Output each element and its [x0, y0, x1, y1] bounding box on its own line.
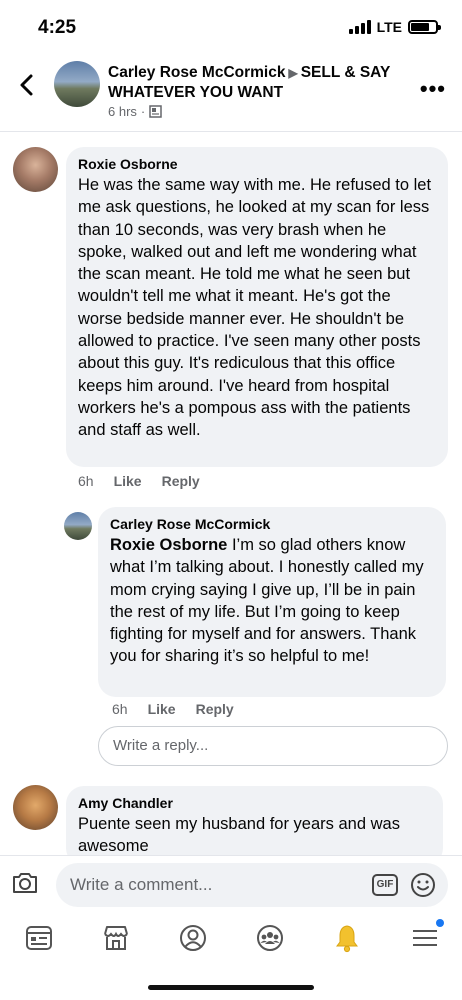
avatar[interactable] — [13, 785, 58, 830]
comment-author[interactable]: Carley Rose McCormick — [110, 515, 434, 533]
comment-actions: 6h Like Reply — [112, 701, 234, 717]
groups-icon[interactable] — [255, 923, 285, 953]
like-button[interactable]: Like — [114, 473, 142, 489]
comment-bubble: Carley Rose McCormick Roxie Osborne I’m … — [98, 507, 446, 697]
post-header-text: Carley Rose McCormick ▶ SELL & SAY WHATEVE… — [108, 63, 413, 119]
notifications-icon[interactable] — [332, 923, 362, 953]
menu-icon — [413, 930, 437, 946]
comment-time: 6h — [78, 473, 94, 489]
signal-icon — [348, 20, 371, 34]
arrow-icon: ▶ — [288, 66, 298, 80]
menu-button[interactable] — [410, 919, 444, 953]
notification-dot — [436, 919, 444, 927]
comment-composer: Write a comment... GIF — [0, 855, 462, 913]
back-icon[interactable] — [14, 72, 40, 98]
status-bar: 4:25 LTE — [0, 0, 462, 52]
author-name[interactable]: Carley Rose McCormick — [108, 64, 285, 81]
gif-icon[interactable]: GIF — [372, 874, 398, 896]
comment-author[interactable]: Roxie Osborne — [78, 155, 436, 173]
group-privacy-icon — [149, 105, 162, 118]
camera-icon[interactable] — [11, 871, 39, 895]
post-header: Carley Rose McCormick ▶ SELL & SAY WHATEVE… — [0, 52, 462, 132]
avatar[interactable] — [13, 147, 58, 192]
status-indicators: LTE — [348, 19, 441, 35]
emoji-icon[interactable] — [410, 872, 436, 898]
comment-input[interactable]: Write a comment... GIF — [56, 863, 448, 907]
comment-body: I’m so glad others know what I’m talking… — [110, 536, 424, 666]
comment-bubble: Amy Chandler Puente seen my husband for … — [66, 786, 443, 866]
mention-link[interactable]: Roxie Osborne — [110, 536, 227, 554]
comment-placeholder: Write a comment... — [70, 875, 213, 894]
home-indicator — [148, 985, 314, 990]
avatar[interactable] — [64, 512, 92, 540]
more-icon[interactable]: ••• — [420, 76, 446, 102]
avatar[interactable] — [54, 61, 100, 107]
comment-text: Roxie Osborne I’m so glad others know wh… — [110, 534, 434, 668]
comment-bubble: Roxie Osborne He was the same way with m… — [66, 147, 448, 467]
network-label: LTE — [376, 19, 402, 35]
marketplace-icon[interactable] — [101, 923, 131, 953]
comment-time: 6h — [112, 701, 128, 717]
like-button[interactable]: Like — [148, 701, 176, 717]
post-time: 6 hrs — [108, 104, 137, 119]
news-feed-icon[interactable] — [24, 923, 54, 953]
reply-button[interactable]: Reply — [196, 701, 234, 717]
battery-level — [411, 23, 429, 31]
comment-text: He was the same way with me. He refused … — [78, 176, 432, 440]
profile-icon[interactable] — [178, 923, 208, 953]
battery-icon — [408, 20, 441, 34]
comment-text: Puente seen my husband for years and was… — [78, 815, 400, 856]
post-title[interactable]: Carley Rose McCormick ▶ SELL & SAY WHATEVE… — [108, 63, 413, 102]
comment-author[interactable]: Amy Chandler — [78, 794, 431, 812]
status-time: 4:25 — [38, 17, 77, 38]
meta-separator: · — [140, 104, 146, 119]
reply-input[interactable]: Write a reply... — [98, 726, 448, 766]
comment-actions: 6h Like Reply — [78, 473, 200, 489]
post-meta: 6 hrs · — [108, 104, 413, 119]
reply-button[interactable]: Reply — [162, 473, 200, 489]
